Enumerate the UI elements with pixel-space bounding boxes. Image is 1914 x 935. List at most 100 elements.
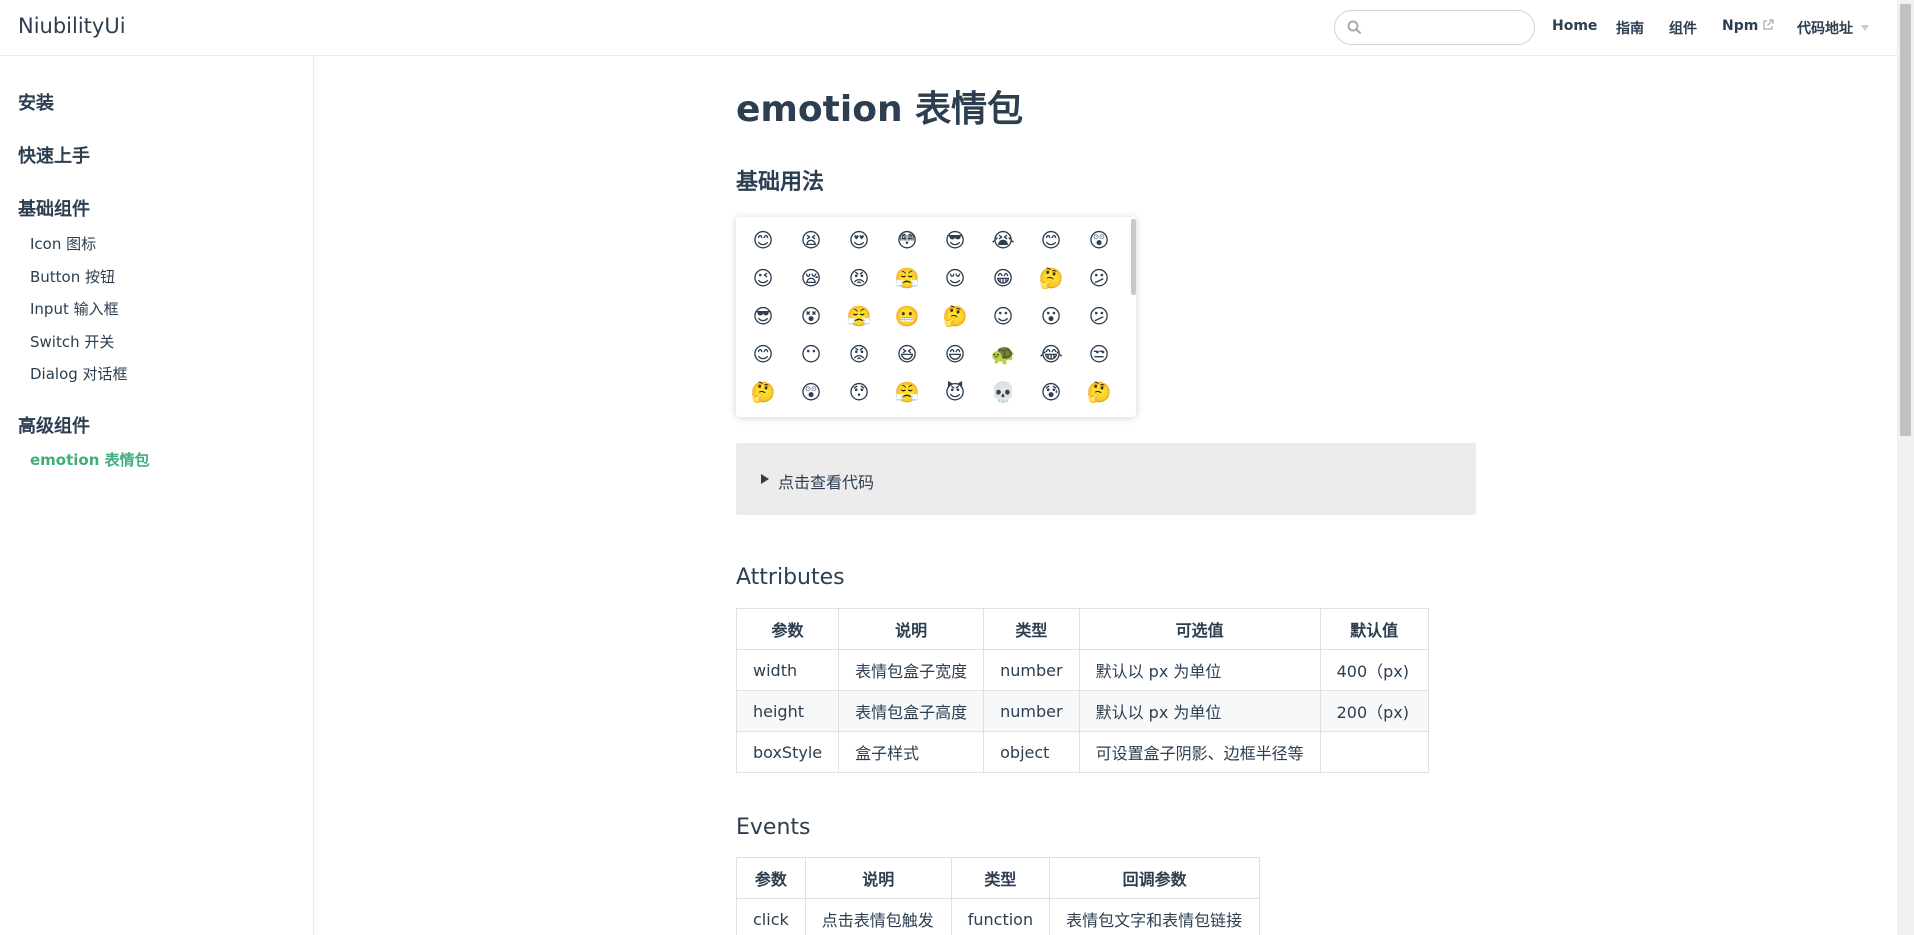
table-header-cell: 回调参数	[1049, 857, 1261, 899]
table-cell: click	[736, 898, 806, 935]
nav-link-guide[interactable]: 指南	[1616, 18, 1644, 38]
sidebar-item-emotion[interactable]: emotion 表情包	[30, 449, 150, 470]
emoji-item[interactable]: 😰	[1038, 379, 1064, 405]
table-header-cell: 类型	[983, 608, 1080, 650]
emoji-item[interactable]: 😍	[846, 227, 872, 253]
emoji-item[interactable]: 🐢	[990, 341, 1016, 367]
sidebar-group-basic-components[interactable]: 基础组件	[18, 195, 90, 221]
emoji-item[interactable]: 😲	[798, 379, 824, 405]
emoji-item[interactable]: 😪	[798, 265, 824, 291]
nav-link-home[interactable]: Home	[1552, 18, 1597, 34]
emoji-grid: 😊 😫 😍 😳 😎 😭 😊 😲 😉 😪 😡 😤 😌 😁 🤔 😕 😎 😵 😤 😬 🤔 ☺ 😮 😕 😊 😶 😡 😆 😄 🐢 😂 😒 🤔 😲 😯 😤 😈 💀 😰 🤔	[750, 227, 1134, 417]
emoji-item[interactable]: 😄	[942, 341, 968, 367]
table-header-row: 参数 说明 类型 回调参数	[736, 857, 1261, 899]
emoji-item[interactable]: 😫	[798, 227, 824, 253]
table-header-cell: 参数	[736, 857, 806, 899]
search-input[interactable]	[1334, 10, 1535, 45]
table-row: height 表情包盒子高度 number 默认以 px 为单位 200（px)	[735, 690, 1429, 732]
table-header-cell: 类型	[950, 857, 1051, 899]
emoji-item[interactable]: 😵	[798, 303, 824, 329]
emoji-item[interactable]: 😊	[750, 341, 776, 367]
table-cell: 200（px)	[1319, 690, 1429, 732]
emoji-item[interactable]: 😤	[894, 265, 920, 291]
page-title: emotion 表情包	[736, 89, 1024, 130]
sidebar-item-icon[interactable]: Icon 图标	[30, 233, 96, 254]
table-cell: 表情包盒子宽度	[838, 649, 985, 691]
emoji-item[interactable]: 😉	[750, 265, 776, 291]
emoji-item[interactable]: 🤔	[942, 303, 968, 329]
sidebar-group-quickstart[interactable]: 快速上手	[18, 142, 90, 168]
table-cell: height	[735, 690, 840, 732]
emoji-item[interactable]: 😯	[846, 379, 872, 405]
emoji-item[interactable]: 🤔	[1038, 265, 1064, 291]
emoji-box[interactable]: 😊 😫 😍 😳 😎 😭 😊 😲 😉 😪 😡 😤 😌 😁 🤔 😕 😎 😵 😤 😬 🤔 ☺ 😮 😕 😊 😶 😡 😆 😄 🐢 😂 😒 🤔 😲 😯 😤 😈 💀 😰 🤔	[736, 217, 1136, 417]
emoji-item[interactable]: 😡	[846, 341, 872, 367]
show-code-toggle[interactable]: 点击查看代码	[736, 443, 1476, 515]
triangle-right-icon	[761, 474, 769, 484]
table-cell: width	[735, 649, 840, 691]
page-scrollbar-thumb[interactable]	[1900, 4, 1911, 436]
table-cell: 点击表情包触发	[804, 898, 952, 935]
emoji-item[interactable]: 😎	[750, 303, 776, 329]
table-cell: number	[983, 690, 1080, 732]
table-cell: 可设置盒子阴影、边框半径等	[1078, 731, 1321, 773]
emoji-item[interactable]: 🤔	[750, 379, 776, 405]
emoji-item[interactable]: 😤	[894, 379, 920, 405]
section-heading-attributes: Attributes	[736, 565, 845, 590]
navbar: NiubilityUi Home 指南 组件 Npm 代码地址	[0, 0, 1897, 56]
emoji-item[interactable]: 😤	[846, 303, 872, 329]
page-scrollbar[interactable]	[1897, 0, 1914, 935]
emoji-item[interactable]: 😊	[1038, 227, 1064, 253]
emoji-item[interactable]: ☺	[990, 303, 1016, 329]
table-header-cell: 参数	[735, 608, 840, 650]
emoji-item[interactable]: 😕	[1086, 265, 1112, 291]
table-cell: 表情包盒子高度	[838, 690, 985, 732]
table-row: boxStyle 盒子样式 object 可设置盒子阴影、边框半径等	[735, 731, 1429, 773]
table-header-cell: 可选值	[1078, 608, 1321, 650]
emoji-item[interactable]: 🤔	[1086, 379, 1112, 405]
show-code-label: 点击查看代码	[778, 473, 875, 492]
table-row: click 点击表情包触发 function 表情包文字和表情包链接	[736, 898, 1261, 935]
table-row: width 表情包盒子宽度 number 默认以 px 为单位 400（px)	[735, 649, 1429, 691]
emoji-item[interactable]: 😶	[798, 341, 824, 367]
nav-dropdown-code[interactable]: 代码地址	[1797, 18, 1869, 38]
table-cell	[1319, 731, 1429, 773]
emoji-item[interactable]: 😈	[942, 379, 968, 405]
emoji-item[interactable]: 😬	[894, 303, 920, 329]
nav-link-components[interactable]: 组件	[1669, 18, 1697, 38]
sidebar-item-button[interactable]: Button 按钮	[30, 266, 115, 287]
attributes-table: 参数 说明 类型 可选值 默认值 width 表情包盒子宽度 number 默认…	[735, 608, 1429, 773]
sidebar-group-advanced-components[interactable]: 高级组件	[18, 412, 90, 438]
emoji-item[interactable]: 😊	[750, 227, 776, 253]
emoji-item[interactable]: 😂	[1038, 341, 1064, 367]
table-cell: 400（px)	[1319, 649, 1429, 691]
sidebar-item-input[interactable]: Input 输入框	[30, 298, 119, 319]
table-header-row: 参数 说明 类型 可选值 默认值	[735, 608, 1429, 650]
nav-link-npm[interactable]: Npm	[1722, 18, 1774, 34]
emoji-box-scrollbar[interactable]	[1131, 219, 1136, 295]
sidebar-item-dialog[interactable]: Dialog 对话框	[30, 363, 128, 384]
sidebar-item-switch[interactable]: Switch 开关	[30, 331, 114, 352]
emoji-item[interactable]: 😳	[894, 227, 920, 253]
table-cell: boxStyle	[735, 731, 840, 773]
emoji-item[interactable]: 😡	[846, 265, 872, 291]
emoji-item[interactable]: 💀	[990, 379, 1016, 405]
emoji-item[interactable]: 😮	[1038, 303, 1064, 329]
table-header-cell: 说明	[838, 608, 985, 650]
events-table: 参数 说明 类型 回调参数 click 点击表情包触发 function 表情包…	[736, 857, 1261, 935]
emoji-item[interactable]: 😭	[990, 227, 1016, 253]
site-logo-link[interactable]: NiubilityUi	[18, 14, 126, 38]
emoji-item[interactable]: 😒	[1086, 341, 1112, 367]
emoji-item[interactable]: 😌	[942, 265, 968, 291]
emoji-item[interactable]: 😕	[1086, 303, 1112, 329]
table-cell: 表情包文字和表情包链接	[1049, 898, 1261, 935]
table-cell: object	[983, 731, 1080, 773]
table-cell: function	[950, 898, 1051, 935]
section-heading-basic: 基础用法	[736, 170, 825, 195]
chevron-down-icon	[1861, 25, 1869, 31]
emoji-item[interactable]: 😎	[942, 227, 968, 253]
emoji-item[interactable]: 😲	[1086, 227, 1112, 253]
emoji-item[interactable]: 😁	[990, 265, 1016, 291]
sidebar-group-install[interactable]: 安装	[18, 89, 54, 115]
emoji-item[interactable]: 😆	[894, 341, 920, 367]
